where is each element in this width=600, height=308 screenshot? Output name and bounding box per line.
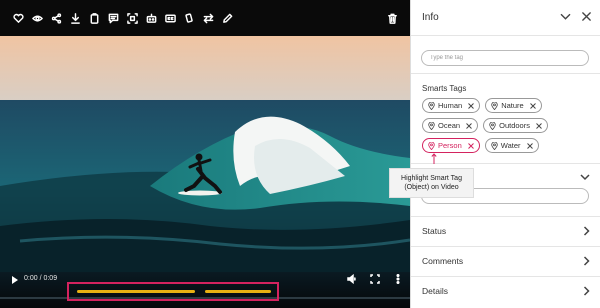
tooltip: Highlight Smart Tag (Object) on Video: [389, 168, 474, 198]
rotate-icon[interactable]: [180, 8, 199, 28]
remove-tag-icon[interactable]: [468, 102, 475, 109]
tooltip-line: Highlight Smart Tag: [401, 175, 462, 182]
tag-input[interactable]: [421, 50, 589, 66]
tag-chip-human[interactable]: Human: [422, 98, 481, 113]
chevron-right-icon: [583, 286, 590, 296]
section-status[interactable]: Status: [411, 216, 600, 245]
video-toolbar: [0, 0, 410, 36]
tag-input-section: [411, 36, 600, 74]
tag-chip-ocean[interactable]: Ocean: [422, 118, 479, 133]
location-pin-icon: [491, 101, 498, 110]
tag-chip-nature[interactable]: Nature: [485, 98, 542, 113]
remove-tag-icon[interactable]: [529, 102, 536, 109]
highlighted-seek-region: [67, 282, 279, 301]
bot-icon[interactable]: [142, 8, 161, 28]
tag-chip-outdoors[interactable]: Outdoors: [483, 118, 548, 133]
trash-icon[interactable]: [383, 8, 402, 28]
clipboard-icon[interactable]: [85, 8, 104, 28]
caption-icon[interactable]: [161, 8, 180, 28]
smart-tags-section: Smarts Tags Human Nature Ocean Outdoors: [422, 84, 597, 153]
header-actions: [560, 11, 592, 22]
tag-label: Human: [438, 101, 463, 110]
tag-label: Nature: [501, 101, 524, 110]
comment-icon[interactable]: [104, 8, 123, 28]
divider: [411, 163, 600, 164]
tag-label: Ocean: [438, 121, 461, 130]
close-icon[interactable]: [581, 11, 592, 22]
location-pin-icon: [428, 101, 435, 110]
info-title: Info: [422, 12, 439, 23]
section-label: Status: [422, 226, 447, 236]
tag-label: Outdoors: [499, 121, 530, 130]
location-pin-icon: [428, 141, 435, 150]
remove-tag-icon[interactable]: [467, 142, 474, 149]
fullscreen-icon[interactable]: [370, 274, 380, 284]
location-pin-icon: [428, 121, 435, 130]
tooltip-line: (Object) on Video: [404, 184, 459, 191]
control-buttons: [347, 274, 403, 284]
remove-tag-icon[interactable]: [526, 142, 533, 149]
smart-tags-list: Human Nature Ocean Outdoors Person Water: [422, 98, 597, 153]
smart-tags-title: Smarts Tags: [422, 84, 467, 93]
edit-icon[interactable]: [218, 8, 237, 28]
video-panel: 0:00 / 0:09: [0, 0, 410, 308]
section-label: Details: [422, 286, 448, 296]
share-icon[interactable]: [47, 8, 66, 28]
video-frame[interactable]: [0, 36, 410, 272]
tag-highlight-segment[interactable]: [77, 290, 195, 293]
tag-chip-water[interactable]: Water: [484, 138, 539, 153]
section-label: Comments: [422, 256, 464, 266]
chevron-down-icon[interactable]: [560, 11, 571, 22]
volume-icon[interactable]: [347, 274, 357, 284]
location-pin-icon: [491, 141, 498, 150]
play-icon[interactable]: [10, 275, 20, 285]
more-options-icon[interactable]: [393, 274, 403, 284]
remove-tag-icon[interactable]: [536, 122, 542, 129]
video-controls: 0:00 / 0:09: [0, 272, 410, 308]
tag-chip-person[interactable]: Person: [422, 138, 480, 153]
section-details[interactable]: Details: [411, 276, 600, 305]
crop-icon[interactable]: [123, 8, 142, 28]
heart-icon[interactable]: [9, 8, 28, 28]
tag-highlight-track[interactable]: [77, 290, 271, 293]
chevron-right-icon: [583, 256, 590, 266]
tag-label: Water: [500, 141, 521, 150]
time-display: 0:00 / 0:09: [24, 275, 58, 282]
info-panel: Info Smarts Tags Human Nature Ocean: [410, 0, 600, 308]
tag-highlight-segment[interactable]: [205, 290, 271, 293]
remove-tag-icon[interactable]: [466, 122, 472, 129]
eye-icon[interactable]: [28, 8, 47, 28]
info-header: Info: [411, 0, 600, 36]
chevron-right-icon: [583, 226, 590, 236]
location-pin-icon: [489, 121, 496, 130]
chevron-down-icon[interactable]: [580, 172, 590, 182]
download-icon[interactable]: [66, 8, 85, 28]
arrow-up-icon: [431, 153, 437, 164]
section-comments[interactable]: Comments: [411, 246, 600, 275]
swap-icon[interactable]: [199, 8, 218, 28]
tag-label: Person: [438, 141, 462, 150]
